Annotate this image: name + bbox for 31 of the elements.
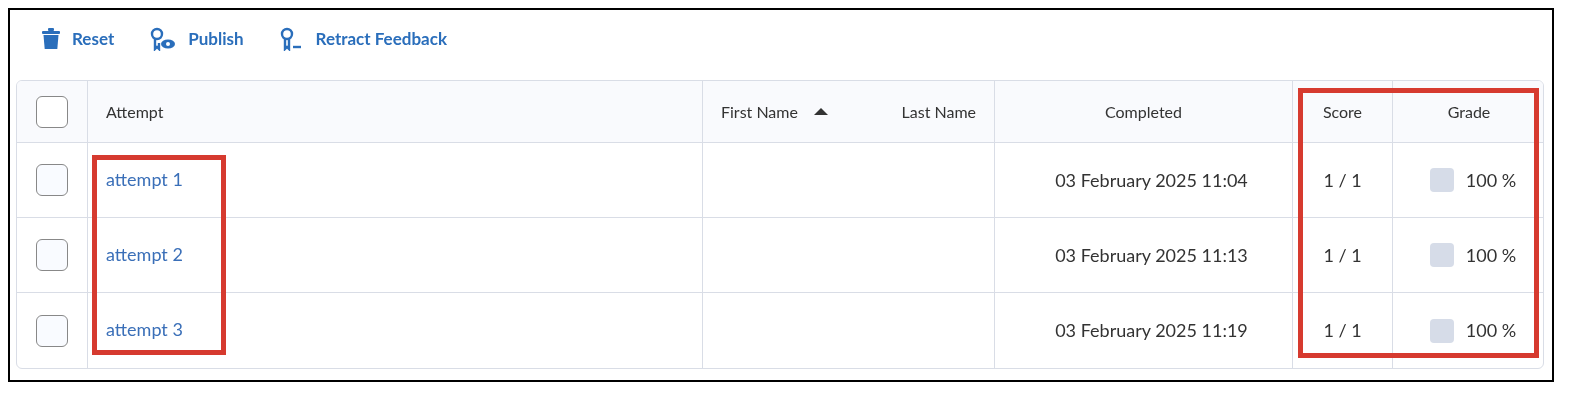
table-cell-text: 03 February 2025 11:19 <box>1055 318 1248 343</box>
checkbox[interactable] <box>36 164 68 196</box>
trash-icon <box>42 28 60 50</box>
grade-indicator-icon <box>1429 318 1454 343</box>
column-header[interactable]: First Name <box>721 99 798 124</box>
table-cell-text: 1 / 1 <box>1323 242 1362 268</box>
toolbar-button[interactable]: Publish <box>150 26 244 52</box>
grade-indicator-icon <box>1429 168 1454 192</box>
grade-indicator-icon <box>1429 243 1454 267</box>
attempt-link[interactable]: attempt 3 <box>106 316 183 343</box>
column-header: Grade <box>1447 100 1491 123</box>
table-cell-text: 03 February 2025 11:04 <box>1055 167 1248 193</box>
table-cell-text: 1 / 1 <box>1323 167 1362 193</box>
checkbox[interactable] <box>36 239 68 271</box>
toolbar-button[interactable]: Retract Feedback <box>279 26 447 52</box>
column-header: Completed <box>1105 100 1182 123</box>
column-header[interactable]: Last Name <box>901 99 976 124</box>
toolbar-button[interactable]: Reset <box>42 26 115 52</box>
attempt-link[interactable]: attempt 2 <box>106 240 183 268</box>
table-cell-text: 100 % <box>1465 242 1517 268</box>
table-cell-text: 1 / 1 <box>1323 318 1362 343</box>
table-cell-text: 03 February 2025 11:13 <box>1055 242 1248 268</box>
column-header: Attempt <box>106 100 164 123</box>
table-cell-text: 100 % <box>1465 167 1517 193</box>
checkbox[interactable] <box>36 95 68 128</box>
ribbon-eye-icon <box>150 27 177 51</box>
attempt-link[interactable]: attempt 1 <box>106 165 183 193</box>
column-header: Score <box>1322 100 1363 123</box>
ribbon-minus-icon <box>279 27 304 51</box>
table-cell-text: 100 % <box>1465 318 1517 343</box>
checkbox[interactable] <box>36 314 68 347</box>
